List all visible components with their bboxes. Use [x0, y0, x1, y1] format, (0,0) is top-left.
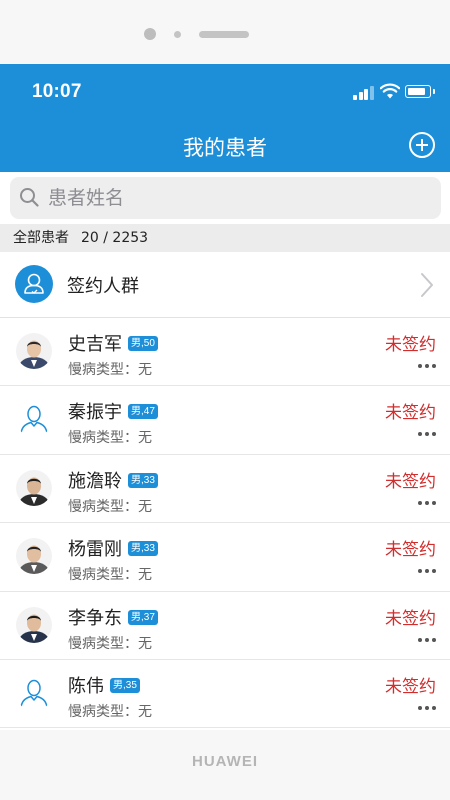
device-brand: HUAWEI [192, 753, 258, 770]
sign-status: 未签约 [385, 471, 436, 492]
patient-row[interactable]: 施澹聆 男,33 慢病类型：无 未签约 [0, 454, 450, 524]
gender-age-badge: 男,37 [128, 609, 158, 625]
search-icon [20, 188, 39, 207]
user-group-icon [15, 265, 53, 303]
chronic-type: 慢病类型：无 [68, 635, 152, 652]
patient-row[interactable]: 李争东 男,37 慢病类型：无 未签约 [0, 591, 450, 660]
patient-photo-avatar [16, 538, 52, 575]
speaker-grille [199, 31, 249, 38]
patient-name: 秦振宇 [68, 402, 122, 424]
chevron-right-icon [421, 273, 433, 297]
patient-name: 李争东 [68, 607, 122, 629]
more-options-icon[interactable] [418, 637, 436, 643]
status-time: 10:07 [32, 81, 82, 102]
patient-row[interactable]: 杨雷刚 男,33 慢病类型：无 未签约 [0, 523, 450, 592]
patient-summary-bar: 全部患者 20 / 2253 [0, 224, 450, 252]
summary-count: 20 / 2253 [81, 230, 149, 246]
group-label: 签约人群 [67, 276, 139, 297]
more-options-icon[interactable] [418, 569, 436, 574]
patient-photo-avatar [16, 333, 52, 369]
page-title: 我的患者 [183, 136, 267, 160]
app-header: 10:07 我的患者 [0, 64, 450, 172]
device-top-bezel [0, 0, 450, 64]
patient-name: 史吉军 [68, 334, 122, 355]
cellular-signal-icon [353, 86, 375, 100]
gender-age-badge: 男,35 [110, 677, 140, 693]
add-patient-button[interactable] [409, 132, 435, 158]
patient-row[interactable]: 陈伟 男,35 慢病类型：无 未签约 [0, 659, 450, 729]
gender-age-badge: 男,33 [128, 541, 158, 557]
patient-list: 史吉军 男,50 慢病类型：无 未签约 秦振宇 男,47 慢病类型：无 未签约 施澹聆 男,33 慢… [0, 318, 450, 729]
wifi-icon [380, 83, 400, 99]
more-options-icon[interactable] [418, 705, 436, 711]
patient-row[interactable]: 史吉军 男,50 慢病类型：无 未签约 [0, 318, 450, 387]
user-placeholder-icon [16, 675, 52, 711]
sign-status: 未签约 [385, 335, 436, 355]
chronic-type: 慢病类型：无 [68, 430, 152, 447]
gender-age-badge: 男,50 [128, 336, 158, 351]
battery-icon [405, 85, 435, 98]
user-placeholder-icon [16, 401, 52, 437]
chronic-type: 慢病类型：无 [68, 362, 152, 378]
sign-status: 未签约 [385, 540, 436, 561]
more-options-icon[interactable] [418, 364, 436, 369]
more-options-icon[interactable] [418, 500, 436, 506]
patient-name: 陈伟 [68, 675, 104, 697]
search-bar [0, 172, 450, 224]
signed-group-row[interactable]: 签约人群 [0, 252, 450, 318]
sign-status: 未签约 [385, 608, 436, 629]
search-box[interactable] [10, 177, 441, 219]
patient-row[interactable]: 秦振宇 男,47 慢病类型：无 未签约 [0, 386, 450, 455]
device-bottom-bezel: HUAWEI [0, 730, 450, 800]
sign-status: 未签约 [385, 676, 436, 697]
more-options-icon[interactable] [418, 432, 436, 437]
gender-age-badge: 男,47 [128, 404, 158, 420]
chronic-type: 慢病类型：无 [68, 567, 152, 584]
gender-age-badge: 男,33 [128, 472, 158, 488]
search-input[interactable] [48, 177, 428, 219]
summary-label: 全部患者 [13, 230, 69, 246]
camera-icon [144, 28, 156, 40]
sensor-icon [174, 31, 181, 38]
patient-photo-avatar [16, 469, 52, 506]
patient-name: 杨雷刚 [68, 539, 122, 561]
patient-name: 施澹聆 [68, 470, 122, 492]
sign-status: 未签约 [385, 403, 436, 424]
chronic-type: 慢病类型：无 [68, 703, 152, 720]
chronic-type: 慢病类型：无 [68, 498, 152, 515]
patient-photo-avatar [16, 606, 52, 643]
